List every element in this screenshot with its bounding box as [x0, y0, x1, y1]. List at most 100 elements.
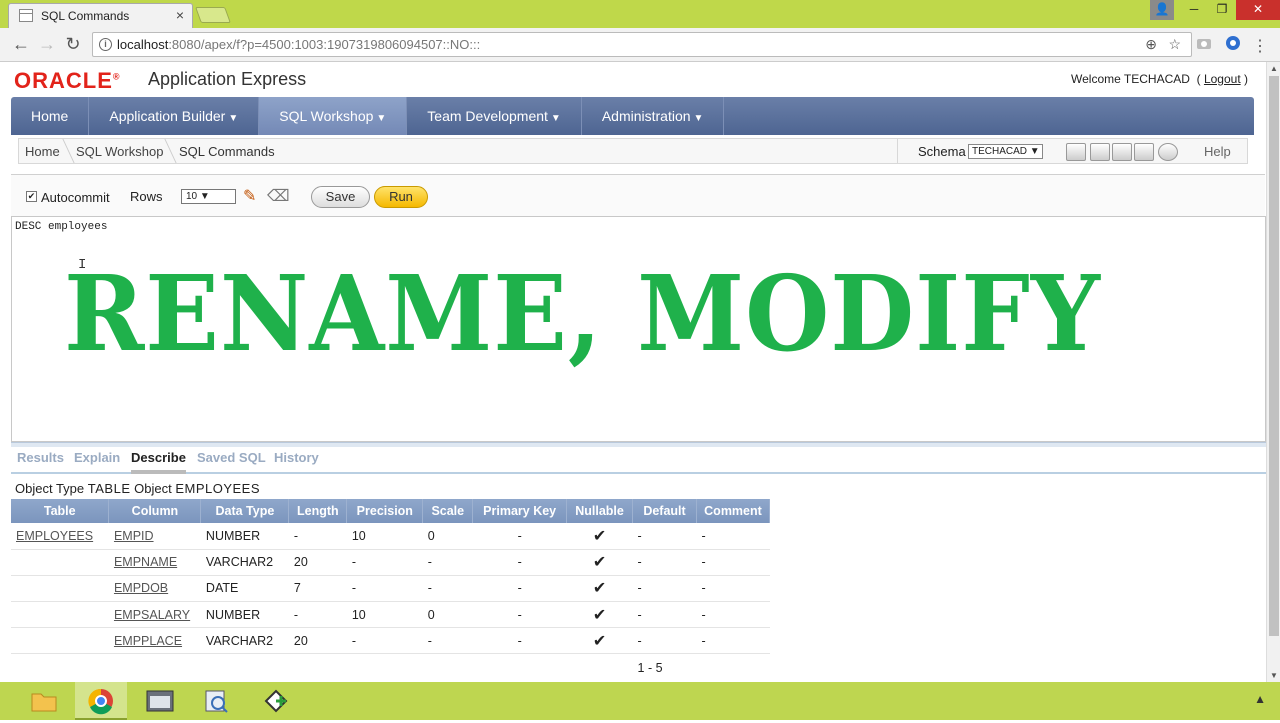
table-link[interactable] — [11, 627, 109, 655]
schema-select[interactable]: TECHACAD ▼ — [968, 144, 1043, 159]
scrollbar-thumb[interactable] — [1269, 76, 1279, 636]
table-link[interactable] — [11, 575, 109, 603]
breadcrumb: Home SQL Workshop SQL Commands — [18, 138, 898, 164]
autocommit-checkbox[interactable]: ✔ — [26, 191, 37, 202]
browser-tab[interactable]: SQL Commands × — [8, 3, 193, 28]
nav-application-builder-label: Application Builder — [109, 108, 226, 124]
rows-label: Rows — [130, 189, 163, 204]
chevron-down-icon: ▼ — [376, 113, 387, 124]
column-header: Comment — [696, 499, 771, 523]
tab-close-icon[interactable]: × — [176, 7, 184, 23]
column-link[interactable]: EMPID — [108, 523, 201, 550]
run-button[interactable]: Run — [374, 186, 428, 208]
sql-code: DESC employees — [15, 221, 108, 233]
table-link[interactable]: EMPLOYEES — [11, 523, 109, 550]
address-bar[interactable]: i localhost:8080/apex/f?p=4500:1003:1907… — [92, 32, 1192, 57]
schema-label: Schema — [918, 144, 966, 159]
nav-administration[interactable]: Administration ▼ — [582, 97, 725, 135]
tab-title: SQL Commands — [41, 9, 130, 23]
url-path: :8080/apex/f?p=4500:1003:190731980609450… — [168, 37, 481, 52]
welcome-text: Welcome TECHACAD — [1071, 72, 1190, 86]
bookmark-star-icon[interactable]: ☆ — [1168, 36, 1181, 53]
new-tab-button[interactable] — [195, 7, 231, 23]
nav-sql-workshop[interactable]: SQL Workshop ▼ — [259, 97, 408, 135]
object-value: EMPLOYEES — [175, 481, 261, 496]
describe-table: Table Column Data Type Length Precision … — [11, 499, 771, 682]
document-icon[interactable] — [1112, 143, 1132, 161]
scroll-down-icon[interactable]: ▼ — [1270, 671, 1278, 680]
zoom-icon[interactable]: ⊕ — [1145, 36, 1157, 53]
query-builder-icon[interactable] — [1134, 143, 1154, 161]
table-link[interactable] — [11, 601, 109, 629]
column-header: Scale — [422, 499, 474, 523]
nav-sql-workshop-label: SQL Workshop — [279, 108, 374, 124]
oracle-logo-text: ORACLE — [14, 68, 113, 93]
tab-history[interactable]: History — [274, 450, 319, 465]
cell-primary-key: - — [472, 523, 567, 550]
column-link[interactable]: EMPDOB — [108, 575, 201, 603]
checkmark-icon: ✔ — [566, 575, 633, 603]
rows-select[interactable]: 10 ▼ — [181, 189, 236, 204]
tool-icon[interactable] — [250, 682, 302, 720]
run-script-icon[interactable] — [1090, 143, 1110, 161]
tab-results[interactable]: Results — [17, 450, 64, 465]
reload-button[interactable]: ↻ — [62, 34, 84, 55]
eraser-icon[interactable]: ⌫ — [267, 186, 290, 206]
tray-expand-icon[interactable]: ▲ — [1254, 692, 1266, 706]
save-button[interactable]: Save — [311, 186, 370, 208]
profile-icon[interactable]: 👤 — [1150, 0, 1174, 20]
table-row: EMPDOB DATE 7 - - - ✔ - - — [11, 575, 770, 603]
url-text: localhost:8080/apex/f?p=4500:1003:190731… — [117, 37, 480, 52]
site-info-icon[interactable]: i — [99, 38, 112, 51]
table-header-row: Table Column Data Type Length Precision … — [11, 499, 771, 523]
close-window-button[interactable]: ✕ — [1236, 0, 1280, 20]
extension-camera-icon[interactable] — [1195, 34, 1213, 52]
chrome-icon[interactable] — [75, 682, 127, 720]
breadcrumb-home[interactable]: Home — [25, 144, 60, 159]
column-header: Precision — [346, 499, 424, 523]
maximize-button[interactable]: ❐ — [1208, 0, 1236, 20]
table-row: EMPSALARY NUMBER - 10 0 - ✔ - - — [11, 601, 770, 629]
back-button[interactable]: ← — [10, 34, 32, 55]
forward-button[interactable]: → — [36, 34, 58, 55]
folder-icon[interactable] — [18, 682, 70, 720]
help-link[interactable]: Help — [1204, 144, 1231, 159]
column-header: Default — [632, 499, 697, 523]
minimize-button[interactable]: ─ — [1180, 0, 1208, 20]
extension-blue-icon[interactable] — [1224, 34, 1242, 52]
column-link[interactable]: EMPSALARY — [108, 601, 201, 629]
cell-precision: - — [346, 627, 423, 655]
cell-comment: - — [696, 627, 770, 655]
gear-icon[interactable] — [1158, 143, 1178, 161]
window-icon[interactable] — [134, 682, 186, 720]
tab-explain[interactable]: Explain — [74, 450, 120, 465]
pane-splitter[interactable] — [11, 442, 1266, 447]
nav-team-development[interactable]: Team Development ▼ — [407, 97, 582, 135]
tab-saved-sql[interactable]: Saved SQL — [197, 450, 266, 465]
cell-default: - — [632, 523, 697, 550]
checkmark-icon: ✔ — [566, 549, 633, 576]
table-link[interactable] — [11, 549, 109, 576]
breadcrumb-sql-workshop[interactable]: SQL Workshop — [76, 144, 163, 159]
column-link[interactable]: EMPPLACE — [108, 627, 201, 655]
column-header: Data Type — [200, 499, 290, 523]
column-link[interactable]: EMPNAME — [108, 549, 201, 576]
tab-describe[interactable]: Describe — [131, 450, 186, 474]
cell-length: 20 — [288, 549, 347, 576]
cell-length: 20 — [288, 627, 347, 655]
scroll-up-icon[interactable]: ▲ — [1270, 64, 1278, 73]
cell-comment: - — [696, 549, 770, 576]
cell-comment: - — [696, 575, 770, 603]
search-doc-icon[interactable] — [191, 682, 243, 720]
logout-link[interactable]: Logout — [1204, 72, 1241, 86]
find-tables-icon[interactable] — [1066, 143, 1086, 161]
checkmark-icon: ✔ — [566, 601, 633, 629]
main-nav: Home Application Builder ▼ SQL Workshop ▼ … — [11, 97, 1254, 135]
column-header: Length — [288, 499, 348, 523]
pencil-icon[interactable]: ✎ — [243, 186, 256, 206]
cell-length: - — [288, 523, 347, 550]
browser-menu-icon[interactable]: ⋮ — [1252, 36, 1268, 56]
page-scrollbar[interactable]: ▲ ▼ — [1266, 62, 1280, 682]
nav-home[interactable]: Home — [11, 97, 90, 135]
nav-application-builder[interactable]: Application Builder ▼ — [89, 97, 260, 135]
